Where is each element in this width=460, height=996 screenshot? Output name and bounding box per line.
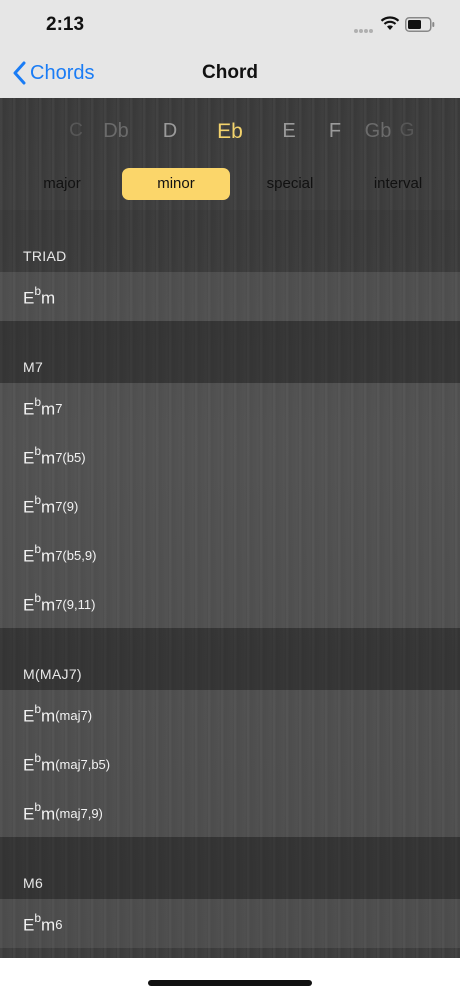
key-option-db[interactable]: Db [103,120,129,143]
chord-list-view: C Db D Eb E F Gb G major minor special i… [0,98,460,958]
navigation-bar: Chords Chord [0,48,460,99]
section-m7-rows: Ebm7 Ebm7(b5) Ebm7(9) Ebm7(b5,9) Ebm7(9,… [0,383,460,628]
chord-row[interactable]: Ebm7 [0,383,460,432]
section-header-m7: M7 [0,321,460,383]
key-option-d[interactable]: D [163,120,177,143]
home-indicator[interactable] [148,980,312,986]
battery-icon [405,17,435,32]
chord-row[interactable]: Ebm7(b5,9) [0,530,460,579]
section-header-m6: M6 [0,837,460,899]
segment-major[interactable]: major [8,168,116,200]
chord-row[interactable]: Ebm6 [0,899,460,948]
key-option-e[interactable]: E [282,120,295,143]
section-header-triad: TRIAD [0,210,460,272]
section-title: M6 [23,875,44,891]
chord-row[interactable]: Ebm7(9,11) [0,579,460,628]
chord-name: Ebm7(b5) [23,444,86,468]
chord-name: Ebm(maj7,9) [23,800,103,824]
chord-row[interactable]: Ebm7(9) [0,481,460,530]
chord-name: Ebm7(9) [23,493,79,517]
section-header-mmaj7: M(MAJ7) [0,628,460,690]
section-title: M7 [23,359,44,375]
chord-type-segmented-control: major minor special interval [8,168,452,200]
status-bar: 2:13 [0,0,460,48]
chord-name: Ebm7(9,11) [23,591,96,615]
chord-name: Ebm [23,284,56,308]
page-title: Chord [202,62,258,83]
segment-special[interactable]: special [236,168,344,200]
chord-row[interactable]: Ebm(maj7,9) [0,788,460,837]
wifi-icon [380,16,400,30]
chord-name: Ebm7(b5,9) [23,542,97,566]
segment-minor[interactable]: minor [122,168,230,200]
section-triad-rows: Ebm [0,272,460,321]
section-m6-rows: Ebm6 [0,899,460,948]
chord-name: Ebm6 [23,911,63,935]
key-option-f[interactable]: F [329,120,341,143]
section-mmaj7-rows: Ebm(maj7) Ebm(maj7,b5) Ebm(maj7,9) [0,690,460,837]
chord-row[interactable]: Ebm(maj7) [0,690,460,739]
chord-name: Ebm(maj7) [23,702,93,726]
section-title: TRIAD [23,248,67,264]
chord-name: Ebm7 [23,395,63,419]
chord-row[interactable]: Ebm [0,272,460,321]
key-option-gb[interactable]: Gb [365,120,392,143]
key-option-eb[interactable]: Eb [217,120,243,144]
key-picker[interactable]: C Db D Eb E F Gb G [0,98,460,164]
cellular-signal-icon [354,29,373,33]
section-title: M(MAJ7) [23,666,82,682]
key-option-c[interactable]: C [69,120,83,142]
key-option-g[interactable]: G [400,120,415,142]
chord-name: Ebm(maj7,b5) [23,751,111,775]
segment-interval[interactable]: interval [344,168,452,200]
status-time: 2:13 [46,14,85,35]
chord-row[interactable]: Ebm7(b5) [0,432,460,481]
chord-row[interactable]: Ebm(maj7,b5) [0,739,460,788]
